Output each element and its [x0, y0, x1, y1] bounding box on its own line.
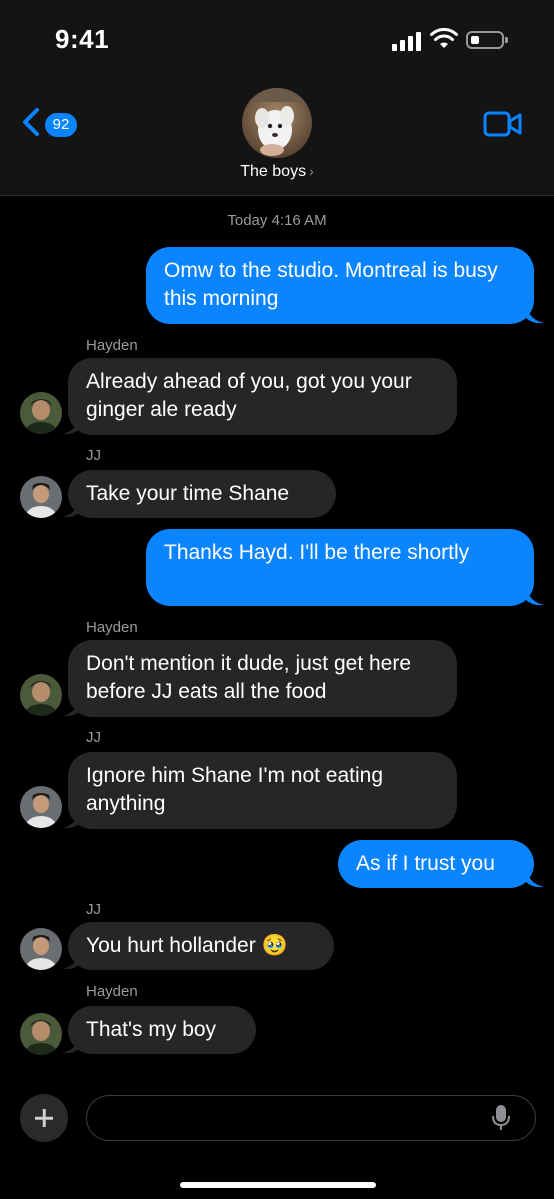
outgoing-message[interactable]: Thanks Hayd. I'll be there shortly: [146, 529, 534, 606]
signal-icon: [392, 31, 422, 51]
message-text: Already ahead of you, got you your ginge…: [86, 370, 412, 421]
message-text: Omw to the studio. Montreal is busy this…: [164, 259, 498, 310]
incoming-message[interactable]: Already ahead of you, got you your ginge…: [68, 358, 457, 435]
bubble-tail: [62, 699, 80, 717]
message-text: That's my boy: [86, 1018, 217, 1041]
back-button[interactable]: 92: [20, 104, 84, 144]
sender-name: JJ: [86, 729, 101, 746]
bubble-tail: [526, 588, 544, 606]
group-name[interactable]: The boys ›: [0, 163, 554, 181]
home-indicator[interactable]: [180, 1182, 376, 1188]
sender-name: JJ: [86, 901, 101, 918]
sender-name: Hayden: [86, 983, 138, 1000]
bubble-tail: [62, 417, 80, 435]
bubble-tail: [62, 500, 80, 518]
video-camera-icon[interactable]: [483, 110, 523, 138]
back-chevron-icon: [23, 108, 39, 136]
bubble-tail: [526, 870, 544, 888]
message-text: Take your time Shane: [86, 482, 290, 505]
outgoing-message[interactable]: Omw to the studio. Montreal is busy this…: [146, 247, 534, 324]
outgoing-message[interactable]: As if I trust you: [338, 840, 534, 888]
incoming-message[interactable]: Don't mention it dude, just get here bef…: [68, 640, 457, 717]
incoming-message[interactable]: Take your time Shane: [68, 470, 336, 518]
unread-count-badge: 92: [45, 113, 77, 137]
message-text: As if I trust you: [356, 852, 495, 875]
conversation-header: 9:41 92 The boys ›: [0, 0, 554, 196]
avatar-hayden: [20, 674, 62, 716]
group-avatar[interactable]: [242, 88, 312, 158]
avatar-jj: [20, 476, 62, 518]
incoming-message[interactable]: Ignore him Shane I'm not eating anything: [68, 752, 457, 829]
message-text: You hurt hollander 🥹: [86, 934, 288, 957]
message-text: Thanks Hayd. I'll be there shortly: [164, 541, 470, 564]
sender-name: JJ: [86, 447, 101, 464]
avatar-jj: [20, 928, 62, 970]
sender-name: Hayden: [86, 619, 138, 636]
microphone-icon[interactable]: [491, 1104, 511, 1132]
incoming-message[interactable]: You hurt hollander 🥹: [68, 922, 334, 970]
bubble-tail: [62, 952, 80, 970]
bubble-tail: [526, 306, 544, 324]
message-text: Ignore him Shane I'm not eating anything: [86, 764, 384, 815]
wifi-icon: [430, 28, 458, 48]
plus-icon[interactable]: [20, 1094, 68, 1142]
bubble-tail: [62, 1036, 80, 1054]
sender-name: Hayden: [86, 337, 138, 354]
message-input[interactable]: [86, 1095, 536, 1141]
status-time: 9:41: [55, 24, 110, 54]
group-name-label: The boys: [240, 163, 307, 180]
avatar-jj: [20, 786, 62, 828]
incoming-message[interactable]: That's my boy: [68, 1006, 256, 1054]
bubble-tail: [62, 811, 80, 829]
message-text: Don't mention it dude, just get here bef…: [86, 652, 412, 703]
avatar-hayden: [20, 392, 62, 434]
battery-icon: [466, 31, 508, 49]
avatar-hayden: [20, 1013, 62, 1055]
chevron-right-icon: ›: [309, 163, 314, 179]
thread-timestamp: Today 4:16 AM: [227, 212, 327, 229]
